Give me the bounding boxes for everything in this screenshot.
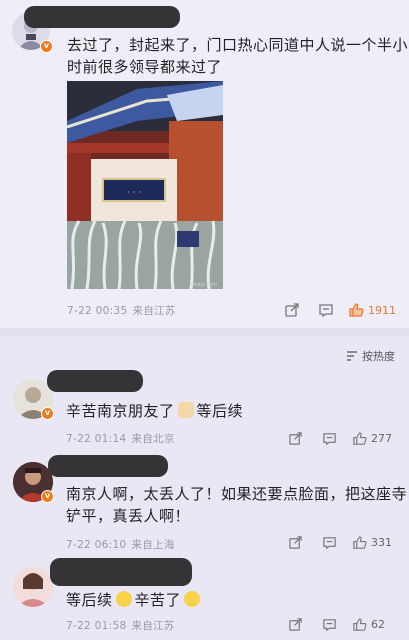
comment-like-count: 331 bbox=[371, 535, 392, 549]
comment-actions: 277 bbox=[288, 428, 392, 448]
comment-icon bbox=[319, 304, 333, 318]
comment-text-after: 辛苦了 bbox=[134, 591, 182, 609]
comment-meta: 7-22 01:14 来自北京 bbox=[66, 431, 175, 446]
comment-like-count: 277 bbox=[371, 431, 392, 445]
share-button[interactable] bbox=[288, 428, 303, 448]
comment-button[interactable] bbox=[318, 300, 334, 320]
sort-toggle[interactable]: 按热度 bbox=[346, 348, 395, 364]
share-button[interactable] bbox=[288, 614, 303, 634]
post-text-line2: 时前很多领导都来过了 bbox=[67, 58, 223, 76]
share-button[interactable] bbox=[284, 300, 300, 320]
redacted-username bbox=[24, 6, 180, 28]
like-icon bbox=[349, 303, 364, 317]
post-image[interactable]: · · · weibo.com bbox=[67, 81, 223, 289]
comment-source: 来自江苏 bbox=[131, 620, 175, 632]
post-actions: 1911 bbox=[284, 300, 396, 320]
comment-text-main: 辛苦南京朋友了 bbox=[66, 402, 175, 420]
section-divider bbox=[0, 328, 409, 336]
like-button[interactable]: 331 bbox=[352, 532, 392, 552]
verified-badge: v bbox=[41, 490, 54, 503]
pray-emoji-icon bbox=[177, 402, 194, 418]
comment-date: 7-22 01:14 bbox=[66, 433, 127, 445]
comment-icon bbox=[323, 432, 336, 445]
share-icon bbox=[285, 303, 299, 317]
comment-button[interactable] bbox=[322, 428, 337, 448]
comment-date: 7-22 01:58 bbox=[66, 620, 127, 632]
like-icon bbox=[353, 431, 367, 445]
post-source: 来自江苏 bbox=[132, 305, 176, 317]
comment-source: 来自北京 bbox=[131, 433, 175, 445]
svg-text:· · ·: · · · bbox=[127, 188, 141, 198]
share-icon bbox=[289, 617, 302, 631]
comment-avatar[interactable] bbox=[13, 567, 53, 607]
redacted-username bbox=[48, 455, 168, 477]
comment-text-line2: 铲平，真丢人啊！ bbox=[66, 507, 191, 525]
like-button[interactable]: 62 bbox=[352, 614, 385, 634]
comment-text: 等后续 辛苦了 bbox=[66, 589, 201, 611]
comment-text-after: 等后续 bbox=[196, 402, 244, 420]
comment-meta: 7-22 06:10 来自上海 bbox=[66, 537, 175, 552]
comment-date: 7-22 06:10 bbox=[66, 539, 127, 551]
comment-text-main: 等后续 bbox=[66, 591, 113, 609]
comment-button[interactable] bbox=[322, 532, 337, 552]
share-icon bbox=[289, 535, 302, 549]
verified-badge: v bbox=[41, 407, 54, 420]
comment-text-line1: 南京人啊，太丢人了！如果还要点脸面，把这座寺 bbox=[66, 485, 408, 503]
post-like-count: 1911 bbox=[368, 303, 396, 317]
verified-badge: v bbox=[40, 40, 53, 53]
redacted-username bbox=[50, 558, 192, 586]
crying-emoji-icon bbox=[115, 591, 132, 607]
post-text-line1: 去过了，封起来了，门口热心同道中人说一个半小 bbox=[67, 36, 409, 54]
comment-source: 来自上海 bbox=[131, 539, 175, 551]
sort-icon bbox=[347, 351, 357, 361]
like-icon bbox=[353, 535, 367, 549]
like-button[interactable]: 1911 bbox=[348, 300, 396, 320]
post-date: 7-22 00:35 bbox=[67, 305, 128, 317]
sort-label: 按热度 bbox=[362, 350, 395, 363]
redacted-username bbox=[47, 370, 143, 392]
crying-emoji-icon bbox=[184, 591, 201, 607]
post-meta: 7-22 00:35 来自江苏 bbox=[67, 303, 176, 318]
weibo-post: v 去过了，封起来了，门口热心同道中人说一个半小 时前很多领导都来过了 · · … bbox=[0, 0, 409, 328]
share-icon bbox=[289, 431, 302, 445]
comment-actions: 62 bbox=[288, 614, 385, 634]
comment-meta: 7-22 01:58 来自江苏 bbox=[66, 618, 175, 633]
comment-icon bbox=[323, 618, 336, 631]
comment-text: 辛苦南京朋友了 等后续 bbox=[66, 400, 243, 422]
comment-actions: 331 bbox=[288, 532, 392, 552]
svg-text:weibo.com: weibo.com bbox=[190, 282, 217, 288]
like-button[interactable]: 277 bbox=[352, 428, 392, 448]
like-icon bbox=[353, 617, 367, 631]
comment-icon bbox=[323, 536, 336, 549]
share-button[interactable] bbox=[288, 532, 303, 552]
comment-like-count: 62 bbox=[371, 617, 385, 631]
comment-button[interactable] bbox=[322, 614, 337, 634]
